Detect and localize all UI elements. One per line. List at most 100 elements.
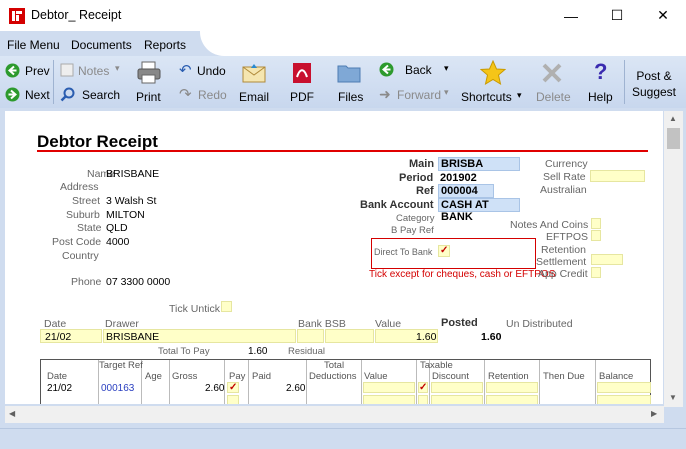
post-suggest-line2: Suggest [631,85,677,99]
vertical-scrollbar[interactable]: ▲ ▼ [664,111,683,407]
gross-header: Gross [172,371,198,382]
tick-untick-checkbox[interactable] [221,301,232,312]
phone-value[interactable]: 07 3300 0000 [106,276,170,288]
menu-reports[interactable]: Reports [144,38,186,52]
un-distributed-header: Un Distributed [506,318,573,330]
row-discount-field-2[interactable] [431,395,483,404]
notes-and-coins-field[interactable] [591,218,601,229]
menu-file[interactable]: File Menu [7,38,60,52]
row-pay-checkbox-2[interactable] [227,395,239,404]
deductions-header: Deductions [309,371,357,382]
post-code-label: Post Code [52,236,102,248]
search-button[interactable]: Search [82,88,120,102]
forward-button[interactable]: Forward [397,88,441,102]
row-date: 21/02 [47,383,73,394]
street-label: Street [72,195,101,207]
row-taxable-check: ✓ [419,382,428,393]
row-pay-checkbox[interactable]: ✓ [227,382,239,393]
email-button[interactable]: Email [239,90,269,104]
ref-field[interactable]: 000004 [438,184,494,198]
minimize-button[interactable]: — [548,0,594,31]
forward-dropdown-icon[interactable]: ▾ [444,87,449,98]
undo-button[interactable]: Undo [197,64,226,78]
australian-label: Australian [540,184,587,196]
drawer-date-value: 21/02 [45,331,72,343]
post-code-value[interactable]: 4000 [106,236,129,248]
suburb-value[interactable]: MILTON [106,209,145,221]
row-gross: 2.60 [205,383,225,394]
row-taxable-checkbox[interactable]: ✓ [418,382,428,393]
delete-button[interactable]: Delete [536,90,571,104]
files-button[interactable]: Files [338,90,363,104]
street-value[interactable]: 3 Walsh St [106,195,156,207]
row-value-field-2[interactable] [363,395,415,404]
name-value[interactable]: BRISBANE [106,168,159,180]
bank-field[interactable] [297,329,324,343]
row-target-ref[interactable]: 000163 [101,383,134,394]
settlement-field[interactable] [591,254,623,265]
notes-and-coins-label: Notes And Coins [510,219,589,231]
vertical-scroll-thumb[interactable] [667,128,680,149]
residual-label: Residual [288,346,325,357]
close-button[interactable]: ✕ [640,0,686,31]
date-header: Date [47,371,68,382]
row-discount-field[interactable] [431,382,483,393]
shortcuts-button[interactable]: Shortcuts [461,90,512,104]
app-credit-field[interactable] [591,267,601,278]
pdf-button[interactable]: PDF [290,90,314,104]
scroll-up-icon[interactable]: ▲ [669,114,677,123]
ref-label: Ref [416,185,434,197]
help-button[interactable]: Help [588,90,613,104]
row-paid: 2.60 [286,383,306,394]
next-button[interactable]: Next [25,88,50,102]
bank-account-field[interactable]: CASH AT BANK [438,198,520,223]
prev-button[interactable]: Prev [25,64,50,78]
state-value[interactable]: QLD [106,222,128,234]
bsb-field[interactable] [325,329,374,343]
direct-to-bank-label: Direct To Bank [374,247,433,257]
posted-header: Posted [441,317,478,329]
pay-header: Pay [229,371,246,382]
scroll-down-icon[interactable]: ▼ [669,393,677,402]
direct-to-bank-checkbox[interactable]: ✓ [438,245,450,257]
paid-header: Paid [252,371,272,382]
scroll-left-icon[interactable]: ◀ [9,409,15,418]
eftpos-label: EFTPOS [546,231,589,243]
post-suggest-button[interactable]: Post & Suggest [625,68,683,100]
row-retention-field-2[interactable] [486,395,538,404]
row-taxable-checkbox-2[interactable] [418,395,428,404]
period-label: Period [399,172,434,184]
back-dropdown-icon[interactable]: ▾ [444,63,449,74]
notes-button[interactable]: Notes [78,64,109,78]
redo-button[interactable]: Redo [198,88,227,102]
row-value-field[interactable] [363,382,415,393]
retention-header: Retention [488,371,529,382]
discount-header: Discount [432,371,469,382]
horizontal-scrollbar[interactable]: ◀ ▶ [5,406,664,423]
menu-documents[interactable]: Documents [71,38,132,52]
period-value[interactable]: 201902 [440,172,477,184]
title-bar: Debtor_ Receipt — ☐ ✕ [0,0,686,31]
app-icon [9,8,25,24]
notes-dropdown-icon[interactable]: ▾ [115,63,120,74]
search-icon [60,87,75,102]
pdf-icon [293,63,311,83]
sell-rate-field[interactable] [590,170,645,182]
maximize-button[interactable]: ☐ [594,0,640,31]
row-retention-field[interactable] [486,382,538,393]
eftpos-field[interactable] [591,230,601,241]
drawer-value: 1.60 [416,331,437,343]
document-page: Debtor Receipt Name BRISBANE Address Str… [5,111,663,404]
print-button[interactable]: Print [136,90,161,104]
row-balance-field[interactable] [597,382,651,393]
back-button[interactable]: Back [405,63,432,77]
main-field[interactable]: BRISBA [438,157,520,171]
tick-untick-label: Tick Untick [169,303,220,315]
post-suggest-line1: Post & [636,69,672,83]
scroll-right-icon[interactable]: ▶ [651,409,657,418]
row-balance-field-2[interactable] [597,395,651,404]
back-icon [379,62,394,77]
shortcuts-dropdown-icon[interactable]: ▾ [517,90,522,101]
direct-to-bank-check: ✓ [440,245,449,256]
posted-value: 1.60 [481,331,502,343]
